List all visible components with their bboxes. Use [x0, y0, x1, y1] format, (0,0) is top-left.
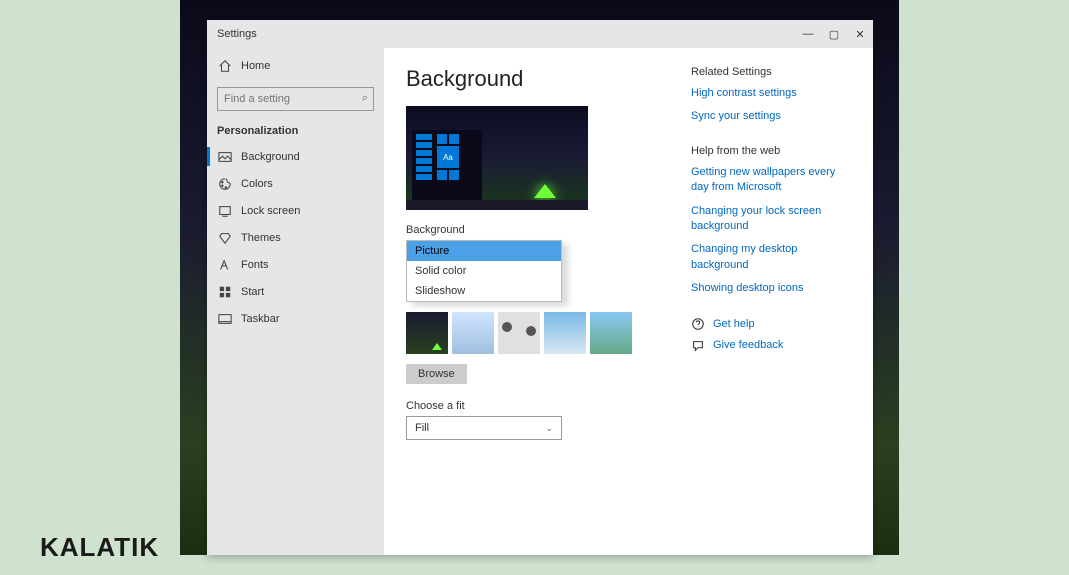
main-panel: Background Aa: [384, 48, 873, 555]
fit-label: Choose a fit: [406, 400, 671, 412]
maximize-button[interactable]: ▢: [821, 20, 847, 48]
sidebar-item-fonts[interactable]: Fonts: [207, 251, 384, 278]
search-input[interactable]: [217, 87, 374, 111]
sidebar: Home ⌕ Personalization Background Colors: [207, 48, 384, 555]
dropdown-option-solid[interactable]: Solid color: [407, 261, 561, 281]
browse-button[interactable]: Browse: [406, 364, 467, 384]
sidebar-item-label: Lock screen: [241, 205, 300, 217]
brand-watermark: KALATIK: [40, 532, 159, 563]
chevron-down-icon: ⌄: [545, 423, 553, 434]
thumbnail[interactable]: [406, 312, 448, 354]
close-button[interactable]: ✕: [847, 20, 873, 48]
sidebar-home-label: Home: [241, 60, 270, 72]
background-dropdown-label: Background: [406, 224, 671, 236]
minimize-button[interactable]: —: [795, 20, 821, 48]
fit-select[interactable]: Fill ⌄: [406, 416, 562, 440]
preview-start-menu: Aa: [412, 130, 482, 200]
sidebar-item-themes[interactable]: Themes: [207, 224, 384, 251]
sidebar-item-label: Colors: [241, 178, 273, 190]
sidebar-item-background[interactable]: Background: [207, 143, 384, 170]
start-icon: [217, 284, 233, 300]
sidebar-item-label: Fonts: [241, 259, 269, 271]
get-help-link[interactable]: Get help: [713, 317, 755, 332]
background-dropdown-open[interactable]: Picture Solid color Slideshow: [406, 240, 562, 302]
search-container: ⌕: [207, 79, 384, 117]
sidebar-item-label: Background: [241, 151, 300, 163]
preview-taskbar: [406, 200, 588, 210]
picture-thumbnails: [406, 312, 671, 354]
thumbnail[interactable]: [544, 312, 586, 354]
themes-icon: [217, 230, 233, 246]
preview-tent: [534, 184, 556, 198]
thumbnail[interactable]: [452, 312, 494, 354]
fonts-icon: [217, 257, 233, 273]
sidebar-section-header: Personalization: [207, 117, 384, 143]
titlebar: Settings — ▢ ✕: [207, 20, 873, 48]
link-lock-screen-bg[interactable]: Changing your lock screen background: [691, 204, 851, 235]
link-high-contrast[interactable]: High contrast settings: [691, 86, 851, 101]
feedback-row[interactable]: Give feedback: [691, 338, 851, 353]
window-controls: — ▢ ✕: [795, 20, 873, 48]
sidebar-item-taskbar[interactable]: Taskbar: [207, 305, 384, 332]
home-icon: [217, 58, 233, 74]
sidebar-item-lockscreen[interactable]: Lock screen: [207, 197, 384, 224]
dropdown-option-slideshow[interactable]: Slideshow: [407, 281, 561, 301]
lock-screen-icon: [217, 203, 233, 219]
search-icon: ⌕: [362, 92, 368, 105]
help-web-header: Help from the web: [691, 145, 851, 157]
sidebar-item-colors[interactable]: Colors: [207, 170, 384, 197]
link-sync-settings[interactable]: Sync your settings: [691, 109, 851, 124]
preview-sample-text: Aa: [437, 146, 459, 168]
fit-value: Fill: [415, 422, 429, 434]
thumbnail[interactable]: [498, 312, 540, 354]
background-preview: Aa: [406, 106, 588, 210]
settings-window: Settings — ▢ ✕ Home ⌕ Personalization: [207, 20, 873, 555]
get-help-row[interactable]: Get help: [691, 317, 851, 332]
window-title: Settings: [217, 28, 257, 40]
thumbnail[interactable]: [590, 312, 632, 354]
link-wallpapers[interactable]: Getting new wallpapers every day from Mi…: [691, 165, 851, 196]
related-settings-header: Related Settings: [691, 66, 851, 78]
help-icon: [691, 317, 705, 331]
sidebar-item-label: Start: [241, 286, 264, 298]
sidebar-item-label: Themes: [241, 232, 281, 244]
feedback-link[interactable]: Give feedback: [713, 338, 783, 353]
sidebar-item-start[interactable]: Start: [207, 278, 384, 305]
link-desktop-icons[interactable]: Showing desktop icons: [691, 281, 851, 296]
taskbar-icon: [217, 311, 233, 327]
sidebar-item-label: Taskbar: [241, 313, 280, 325]
palette-icon: [217, 176, 233, 192]
sidebar-home[interactable]: Home: [207, 52, 384, 79]
right-panel: Related Settings High contrast settings …: [671, 66, 851, 537]
link-desktop-bg[interactable]: Changing my desktop background: [691, 242, 851, 273]
dropdown-option-picture[interactable]: Picture: [407, 241, 561, 261]
page-title: Background: [406, 66, 671, 92]
image-icon: [217, 149, 233, 165]
feedback-icon: [691, 339, 705, 353]
